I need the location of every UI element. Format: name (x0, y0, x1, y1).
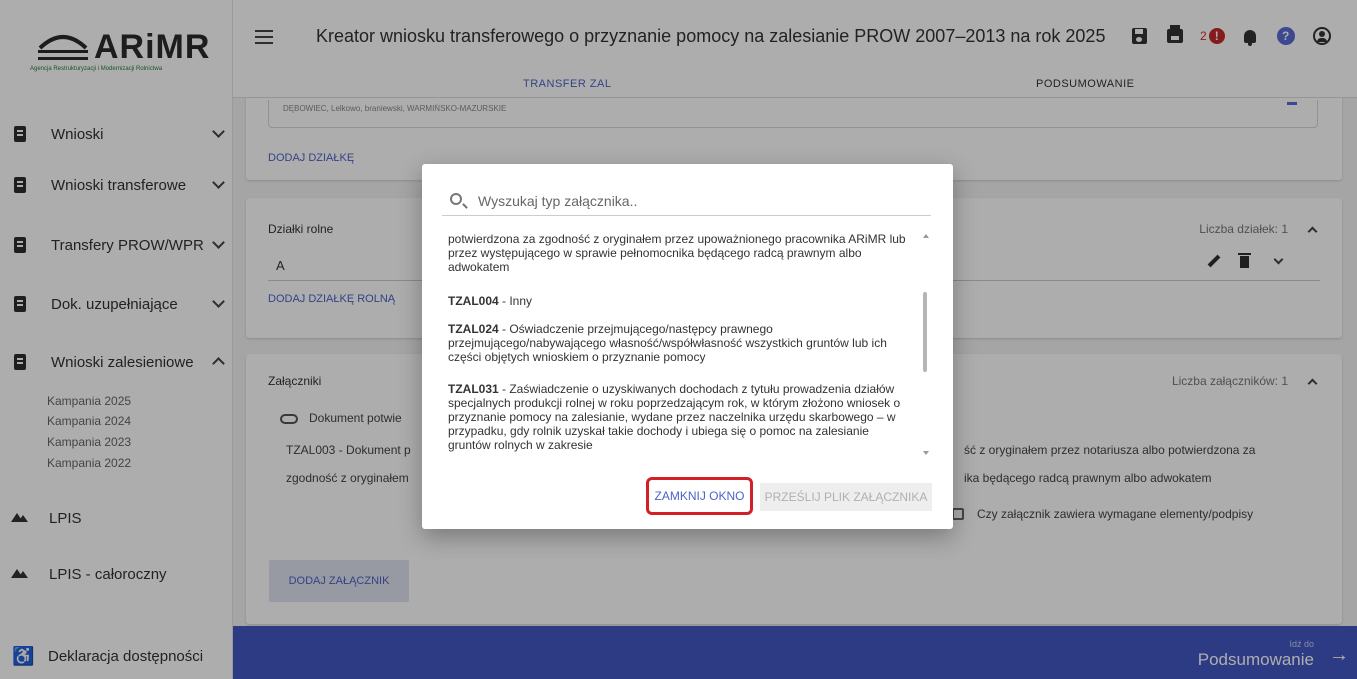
list-item-text: potwierdzona za zgodność z oryginałem pr… (448, 232, 906, 274)
close-dialog-button[interactable]: ZAMKNIJ OKNO (646, 477, 753, 515)
list-item[interactable]: TZAL024 - Oświadczenie przejmującego/nas… (448, 322, 912, 364)
search-icon (450, 193, 462, 205)
scrollbar-thumb[interactable] (923, 292, 927, 372)
attachment-type-search-input[interactable] (478, 190, 918, 212)
scroll-up-icon[interactable] (923, 234, 929, 238)
list-item-code: TZAL004 (448, 294, 499, 308)
list-item[interactable]: TZAL004 - Inny (448, 294, 912, 308)
list-item-code: TZAL031 (448, 382, 499, 396)
list-item-text: - Inny (498, 294, 533, 308)
list-item-code: TZAL024 (448, 322, 499, 336)
list-item-text: - Oświadczenie przejmującego/następcy pr… (448, 322, 887, 364)
list-item[interactable]: TZAL031 - Zaświadczenie o uzyskiwanych d… (448, 382, 912, 452)
list-item[interactable]: potwierdzona za zgodność z oryginałem pr… (448, 232, 912, 274)
list-item-text: - Zaświadczenie o uzyskiwanych dochodach… (448, 382, 901, 452)
attachment-type-dialog: potwierdzona za zgodność z oryginałem pr… (422, 164, 953, 529)
search-row (442, 188, 931, 216)
upload-attachment-button[interactable]: PRZEŚLIJ PLIK ZAŁĄCZNIKA (760, 483, 932, 511)
scroll-down-icon[interactable] (923, 451, 929, 455)
scrollbar[interactable] (922, 230, 929, 455)
attachment-type-list: potwierdzona za zgodność z oryginałem pr… (442, 230, 912, 455)
